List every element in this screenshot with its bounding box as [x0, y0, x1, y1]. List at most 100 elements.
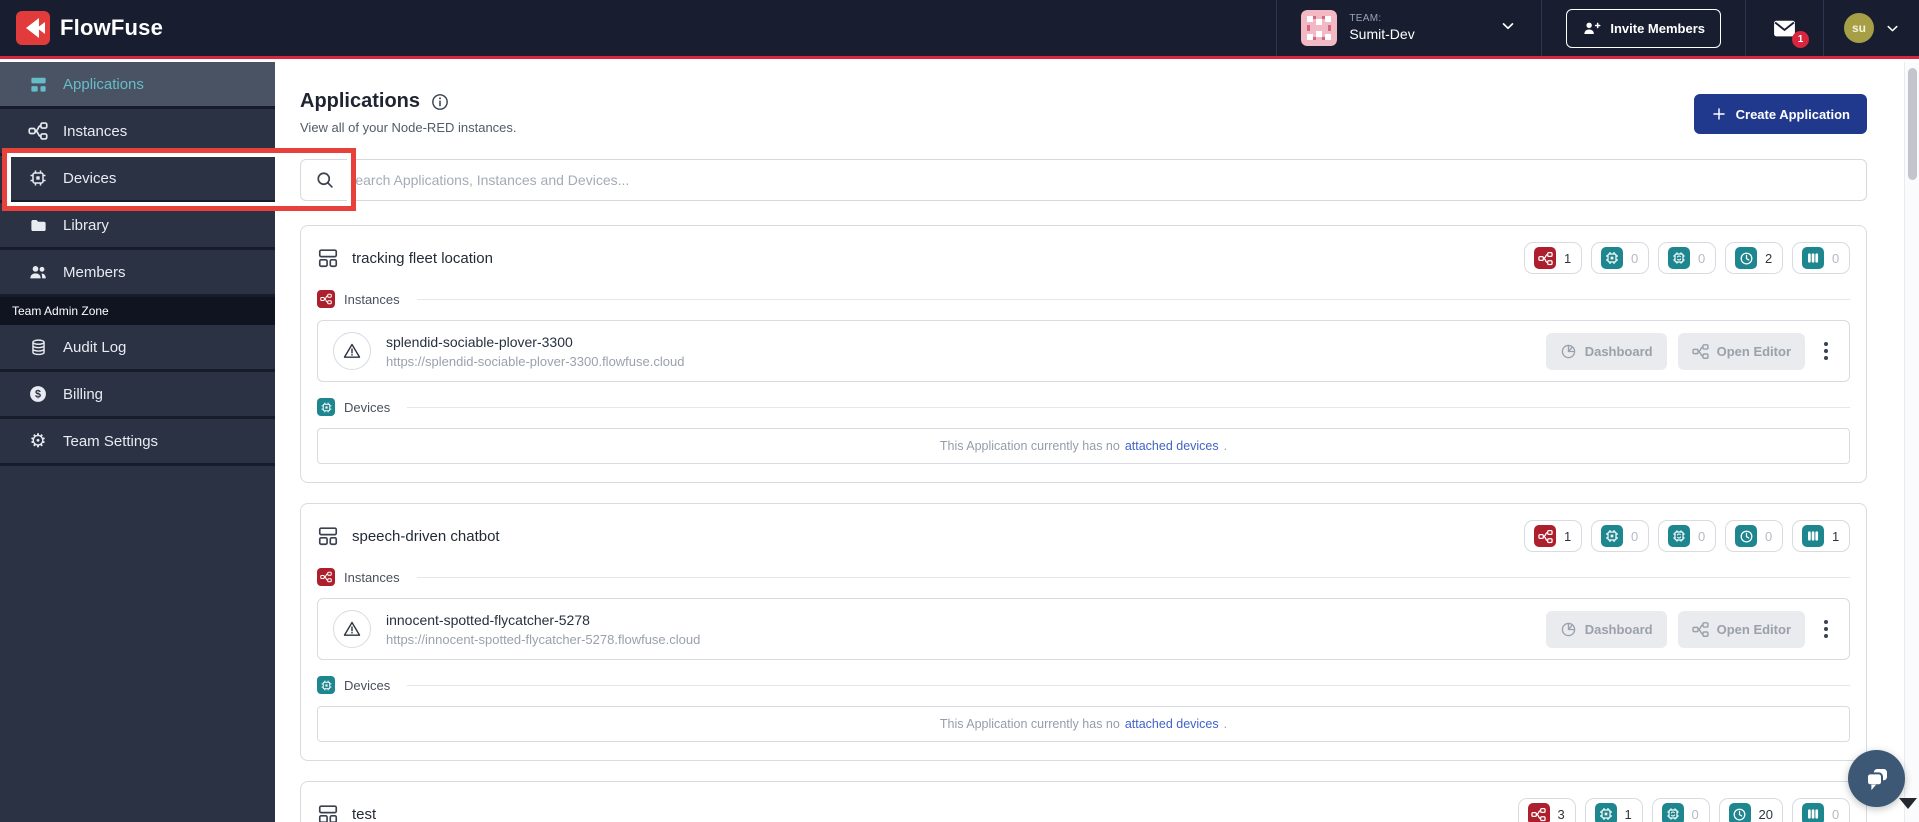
pipelines-badge-icon [1802, 247, 1824, 269]
instance-name[interactable]: splendid-sociable-plover-3300 [386, 334, 684, 350]
members-icon [28, 262, 48, 282]
instance-row[interactable]: splendid-sociable-plover-3300 https://sp… [317, 320, 1850, 382]
application-icon [317, 247, 339, 269]
instance-url[interactable]: https://splendid-sociable-plover-3300.fl… [386, 354, 684, 369]
device-groups-count-badge[interactable]: 0 [1658, 520, 1716, 552]
application-badges: 3 1 0 20 0 [1517, 798, 1850, 822]
dashboard-button[interactable]: Dashboard [1545, 332, 1667, 370]
pipelines-count-badge[interactable]: 0 [1792, 798, 1850, 822]
vertical-scrollbar[interactable] [1904, 62, 1919, 822]
attached-devices-link[interactable]: attached devices [1125, 439, 1219, 453]
user-menu[interactable]: su [1823, 0, 1919, 56]
flowfuse-logo-icon [16, 11, 50, 45]
devices-section-icon [317, 676, 335, 694]
application-card: speech-driven chatbot 1 0 0 0 1 Instance… [300, 503, 1867, 761]
instances-count-badge[interactable]: 3 [1517, 798, 1576, 822]
sidebar-item-applications[interactable]: Applications [0, 62, 275, 109]
create-application-button[interactable]: Create Application [1693, 94, 1867, 134]
sidebar-item-billing[interactable]: Billing [0, 372, 275, 419]
open-editor-button[interactable]: Open Editor [1677, 610, 1805, 648]
instance-status-icon [333, 610, 371, 648]
application-name[interactable]: speech-driven chatbot [352, 528, 500, 545]
devices-icon [28, 168, 48, 188]
pipelines-badge-icon [1802, 803, 1824, 822]
application-badges: 1 0 0 0 1 [1524, 520, 1850, 552]
chevron-down-icon[interactable] [1884, 20, 1901, 37]
sidebar-item-instances[interactable]: Instances [0, 109, 275, 156]
sidebar-item-team-settings[interactable]: Team Settings [0, 419, 275, 466]
devices-count-badge[interactable]: 0 [1591, 242, 1649, 274]
instance-row[interactable]: innocent-spotted-flycatcher-5278 https:/… [317, 598, 1850, 660]
devices-section-label: Devices [344, 677, 391, 693]
instances-count-badge[interactable]: 1 [1524, 520, 1582, 552]
devices-badge-icon [1601, 525, 1623, 547]
chevron-down-icon[interactable] [1499, 17, 1517, 40]
team-label: TEAM: [1349, 13, 1382, 24]
applications-icon [28, 74, 48, 94]
chat-bubbles-icon [1862, 764, 1892, 794]
user-avatar[interactable]: su [1844, 13, 1874, 43]
snapshots-badge-icon [1735, 525, 1757, 547]
devices-badge-icon [1594, 803, 1617, 822]
team-admin-zone-label: Team Admin Zone [0, 297, 275, 325]
pipelines-count-badge[interactable]: 1 [1792, 520, 1850, 552]
devices-count-badge[interactable]: 1 [1584, 798, 1643, 822]
search-bar [300, 159, 1867, 201]
open-editor-button[interactable]: Open Editor [1677, 332, 1805, 370]
no-devices-message: This Application currently has no attach… [317, 428, 1850, 464]
chat-widget-button[interactable] [1848, 750, 1905, 807]
device-groups-badge-icon [1668, 247, 1690, 269]
brand-name: FlowFuse [60, 15, 164, 40]
main-content: Applications View all of your Node-RED i… [275, 62, 1919, 822]
snapshots-count-badge[interactable]: 0 [1725, 520, 1783, 552]
invite-section: Invite Members [1541, 0, 1745, 56]
corner-triangle-icon [1899, 798, 1917, 809]
instance-name[interactable]: innocent-spotted-flycatcher-5278 [386, 612, 700, 628]
pipelines-count-badge[interactable]: 0 [1792, 242, 1850, 274]
devices-badge-icon [1601, 247, 1623, 269]
no-devices-message: This Application currently has no attach… [317, 706, 1850, 742]
sidebar: Applications Instances Devices Library M… [0, 62, 356, 822]
snapshots-count-badge[interactable]: 20 [1718, 798, 1783, 822]
team-settings-icon [28, 431, 48, 451]
device-groups-badge-icon [1668, 525, 1690, 547]
node-red-icon [1691, 343, 1709, 360]
person-plus-icon [1582, 19, 1601, 38]
attached-devices-link[interactable]: attached devices [1125, 717, 1219, 731]
scrollbar-thumb[interactable] [1908, 68, 1917, 180]
device-groups-count-badge[interactable]: 0 [1651, 798, 1710, 822]
instances-count-badge[interactable]: 1 [1524, 242, 1582, 274]
application-card: test 3 1 0 20 0 [300, 781, 1867, 822]
page-subtitle: View all of your Node-RED instances. [300, 120, 517, 135]
top-header: FlowFuse TEAM: Sumit-Dev Invite Members … [0, 0, 1919, 59]
kebab-menu-icon[interactable] [1818, 616, 1834, 642]
instance-url[interactable]: https://innocent-spotted-flycatcher-5278… [386, 632, 700, 647]
devices-section-icon [317, 398, 335, 416]
kebab-menu-icon[interactable] [1818, 338, 1834, 364]
divider [416, 576, 1850, 578]
application-card: tracking fleet location 1 0 0 2 0 Instan… [300, 225, 1867, 483]
team-selector[interactable]: TEAM: Sumit-Dev [1276, 0, 1541, 56]
pie-chart-icon [1560, 343, 1577, 360]
sidebar-item-members[interactable]: Members [0, 250, 275, 297]
invite-members-button[interactable]: Invite Members [1566, 8, 1721, 48]
search-input[interactable] [346, 172, 1852, 188]
application-name[interactable]: tracking fleet location [352, 250, 493, 267]
sidebar-item-library[interactable]: Library [0, 203, 275, 250]
pipelines-badge-icon [1802, 525, 1824, 547]
instances-section-label: Instances [344, 291, 400, 307]
sidebar-item-devices[interactable]: Devices [0, 148, 356, 211]
brand[interactable]: FlowFuse [0, 0, 163, 56]
snapshots-count-badge[interactable]: 2 [1725, 242, 1783, 274]
devices-count-badge[interactable]: 0 [1591, 520, 1649, 552]
device-groups-count-badge[interactable]: 0 [1658, 242, 1716, 274]
application-name[interactable]: test [352, 806, 376, 822]
sidebar-item-audit-log[interactable]: Audit Log [0, 325, 275, 372]
team-avatar [1301, 10, 1338, 46]
search-icon [315, 170, 335, 190]
snapshots-badge-icon [1735, 247, 1757, 269]
billing-icon [28, 384, 48, 404]
info-icon[interactable] [430, 92, 450, 112]
dashboard-button[interactable]: Dashboard [1545, 610, 1667, 648]
devices-section-label: Devices [344, 399, 391, 415]
